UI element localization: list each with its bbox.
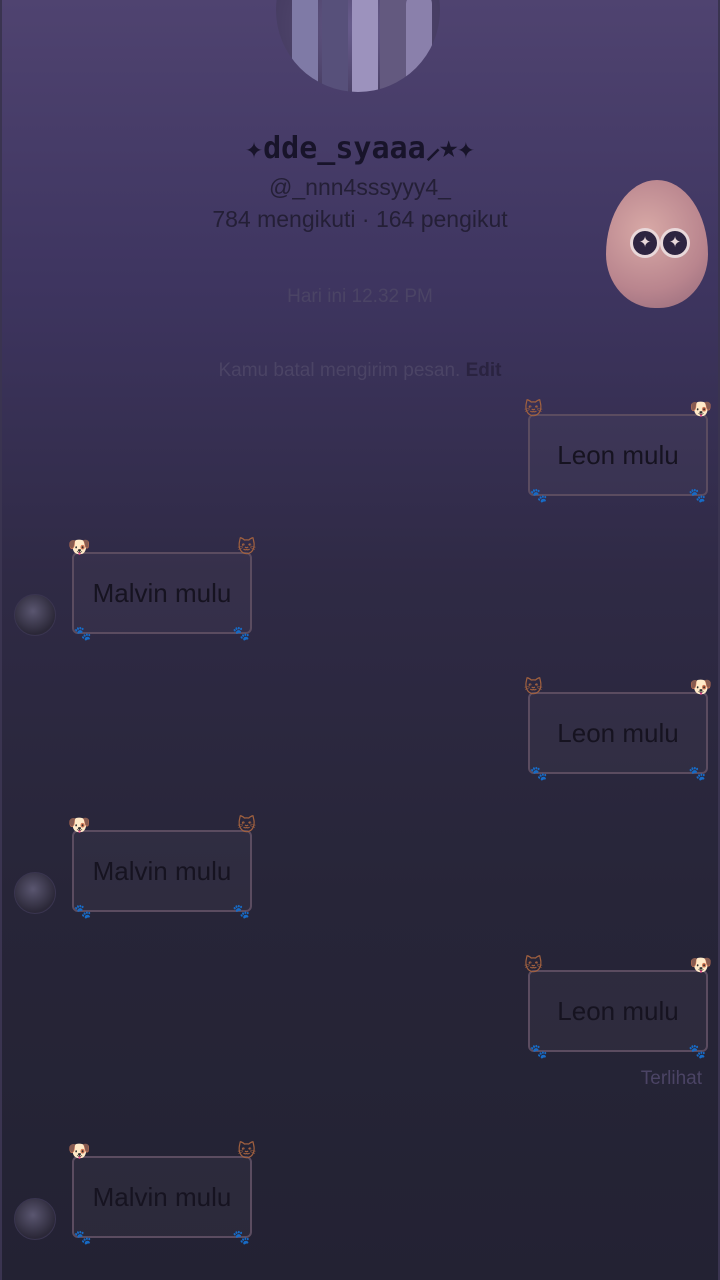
message-bubble-sent[interactable]: 🐱 🐶 🐾 🐾 Leon mulu — [524, 400, 712, 503]
dog-face-icon: 🐶 — [68, 815, 91, 835]
photo-figure — [380, 0, 406, 92]
cat-face-icon: 🐱 — [524, 955, 543, 975]
cat-face-icon: 🐱 — [524, 399, 543, 419]
profile-username: @_nnn4sssyyy4_ — [269, 174, 451, 200]
profile-photo-icon[interactable] — [276, 0, 440, 92]
cat-face-icon: 🐱 — [524, 677, 543, 697]
cat-face-icon: 🐱 — [237, 537, 256, 557]
paw-icon: 🐾 — [530, 487, 548, 503]
sender-avatar[interactable] — [14, 872, 56, 914]
message-bubble-received[interactable]: 🐶 🐱 🐾 🐾 Malvin mulu — [68, 816, 256, 919]
message-text: Leon mulu — [557, 995, 679, 1026]
paw-icon: 🐾 — [530, 1043, 548, 1059]
dog-face-icon: 🐶 — [68, 537, 91, 557]
paw-icon: 🐾 — [688, 765, 706, 781]
star-eye-icon: ✦ — [660, 228, 690, 258]
message-text: Malvin mulu — [92, 577, 232, 608]
photo-figure — [292, 0, 318, 92]
paw-icon: 🐾 — [688, 1043, 706, 1059]
star-eye-icon: ✦ — [630, 228, 660, 258]
photo-figure — [406, 0, 432, 92]
paw-icon: 🐾 — [232, 903, 250, 919]
seen-status: Terlihat — [640, 1068, 702, 1089]
message-bubble-received[interactable]: 🐶 🐱 🐾 🐾 Malvin mulu — [68, 1142, 256, 1245]
unsent-notice-text: Kamu batal mengirim pesan. — [218, 360, 461, 381]
paw-icon: 🐾 — [530, 765, 548, 781]
message-bubble-sent[interactable]: 🐱 🐶 🐾 🐾 Leon mulu — [524, 956, 712, 1059]
chat-timestamp: Hari ini 12.32 PM — [287, 286, 433, 307]
cat-face-icon: 🐱 — [237, 815, 256, 835]
edit-link[interactable]: Edit — [466, 360, 502, 381]
cat-face-icon: 🐱 — [237, 1141, 256, 1161]
paw-icon: 🐾 — [74, 1229, 92, 1245]
message-bubble-received[interactable]: 🐶 🐱 🐾 🐾 Malvin mulu — [68, 538, 256, 641]
photo-figure — [352, 0, 378, 92]
profile-display-name: ✦dde_syaaa⸝⭑✦ — [245, 131, 475, 166]
unsent-notice: Kamu batal mengirim pesan. Edit — [0, 360, 720, 382]
paw-icon: 🐾 — [688, 487, 706, 503]
message-text: Malvin mulu — [92, 1181, 232, 1212]
dog-face-icon: 🐶 — [68, 1141, 91, 1161]
message-text: Leon mulu — [557, 439, 679, 470]
paw-icon: 🐾 — [74, 625, 92, 641]
sender-avatar[interactable] — [14, 1198, 56, 1240]
sender-avatar[interactable] — [14, 594, 56, 636]
paw-icon: 🐾 — [232, 1229, 250, 1245]
paw-icon: 🐾 — [74, 903, 92, 919]
dog-face-icon: 🐶 — [689, 399, 712, 419]
dog-face-icon: 🐶 — [689, 955, 712, 975]
paw-icon: 🐾 — [232, 625, 250, 641]
photo-figure — [322, 0, 348, 92]
dog-face-icon: 🐶 — [689, 677, 712, 697]
message-text: Malvin mulu — [92, 855, 232, 886]
message-text: Leon mulu — [557, 717, 679, 748]
message-bubble-sent[interactable]: 🐱 🐶 🐾 🐾 Leon mulu — [524, 678, 712, 781]
